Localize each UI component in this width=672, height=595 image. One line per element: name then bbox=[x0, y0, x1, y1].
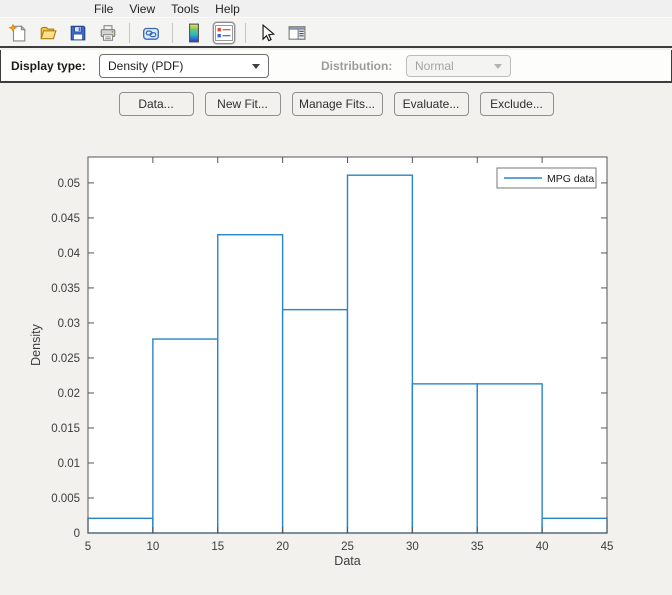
x-tick-label: 5 bbox=[85, 541, 91, 553]
printer-icon bbox=[100, 24, 116, 41]
x-tick-label: 35 bbox=[471, 541, 484, 553]
histogram-bar bbox=[476, 383, 543, 534]
toolbar-separator bbox=[245, 22, 246, 43]
legend-label: MPG data bbox=[547, 173, 594, 185]
distribution-dropdown: Normal bbox=[406, 55, 511, 77]
open-folder-icon bbox=[40, 26, 57, 39]
open-file-icon[interactable] bbox=[37, 22, 59, 44]
plot-tools-panel-icon bbox=[288, 25, 306, 40]
y-tick-label: 0 bbox=[74, 528, 80, 540]
figure-toolbar bbox=[0, 19, 672, 48]
new-fit-button[interactable]: New Fit... bbox=[204, 92, 281, 116]
toolbar-separator bbox=[172, 22, 173, 43]
y-tick-label: 0.015 bbox=[51, 423, 80, 435]
histogram-plot[interactable]: 5 10 15 20 25 30 35 40 45 0 0.005 0.01 0.015 0.02 0.02… bbox=[0, 130, 672, 595]
edit-plot-icon[interactable] bbox=[256, 22, 278, 44]
evaluate-button[interactable]: Evaluate... bbox=[393, 92, 469, 116]
display-type-value: Density (PDF) bbox=[108, 59, 184, 73]
y-tick-label: 0.045 bbox=[51, 213, 80, 225]
histogram-bar bbox=[281, 308, 349, 534]
show-plot-tools-icon[interactable] bbox=[286, 22, 308, 44]
floppy-disk-icon bbox=[70, 25, 86, 40]
x-tick-label: 20 bbox=[276, 541, 289, 553]
x-tick-label: 45 bbox=[601, 541, 614, 553]
y-tick-label: 0.035 bbox=[51, 283, 80, 295]
menu-tools[interactable]: Tools bbox=[165, 1, 205, 17]
menu-help[interactable]: Help bbox=[209, 1, 246, 17]
x-tick-label: 30 bbox=[406, 541, 419, 553]
exclude-button[interactable]: Exclude... bbox=[479, 92, 554, 116]
menu-file[interactable]: File bbox=[88, 1, 119, 17]
histogram-bar bbox=[346, 174, 414, 534]
cursor-arrow-icon bbox=[262, 23, 276, 41]
link-plot-icon[interactable] bbox=[140, 22, 162, 44]
menu-view[interactable]: View bbox=[123, 1, 161, 17]
x-tick-label: 10 bbox=[146, 541, 159, 553]
distribution-value: Normal bbox=[415, 59, 454, 73]
colorbar-icon bbox=[189, 23, 199, 42]
action-button-row: Data... New Fit... Manage Fits... Evalua… bbox=[0, 92, 672, 118]
histogram-bar bbox=[541, 517, 608, 534]
display-type-dropdown[interactable]: Density (PDF) bbox=[99, 54, 269, 78]
y-tick-label: 0.04 bbox=[58, 248, 81, 260]
display-type-label: Display type: bbox=[11, 59, 86, 73]
new-figure-icon[interactable] bbox=[7, 22, 29, 44]
y-tick-label: 0.01 bbox=[58, 458, 80, 470]
y-tick-label: 0.05 bbox=[58, 178, 80, 190]
data-button[interactable]: Data... bbox=[118, 92, 194, 116]
insert-colorbar-icon[interactable] bbox=[183, 22, 205, 44]
x-tick-label: 25 bbox=[341, 541, 354, 553]
x-tick-label: 40 bbox=[536, 541, 549, 553]
chevron-down-icon bbox=[252, 63, 260, 69]
y-axis-label: Density bbox=[29, 323, 43, 365]
insert-legend-button[interactable] bbox=[213, 21, 235, 44]
distribution-fitter-window: { "menu": { "items": ["File", "View", "T… bbox=[0, 0, 672, 595]
save-figure-icon[interactable] bbox=[67, 22, 89, 44]
manage-fits-button[interactable]: Manage Fits... bbox=[291, 92, 383, 116]
distribution-label: Distribution: bbox=[321, 59, 393, 73]
histogram-bar bbox=[411, 383, 478, 534]
histogram-bar bbox=[152, 338, 219, 534]
histogram-bar bbox=[87, 517, 154, 534]
new-document-icon bbox=[9, 23, 27, 41]
toolbar-separator bbox=[129, 22, 130, 43]
print-figure-icon[interactable] bbox=[97, 22, 119, 44]
chevron-down-icon bbox=[494, 63, 502, 69]
display-controls-bar: Display type: Density (PDF) Distribution… bbox=[0, 50, 672, 83]
chain-link-icon bbox=[143, 27, 159, 40]
y-tick-label: 0.02 bbox=[58, 388, 80, 400]
y-tick-label: 0.03 bbox=[58, 318, 80, 330]
x-tick-label: 15 bbox=[211, 541, 224, 553]
histogram-bar bbox=[217, 234, 284, 534]
x-axis-label: Data bbox=[334, 554, 360, 568]
y-tick-label: 0.025 bbox=[51, 353, 80, 365]
y-tick-label: 0.005 bbox=[51, 493, 80, 505]
menu-bar: File View Tools Help bbox=[0, 0, 672, 18]
legend-icon bbox=[215, 24, 233, 41]
